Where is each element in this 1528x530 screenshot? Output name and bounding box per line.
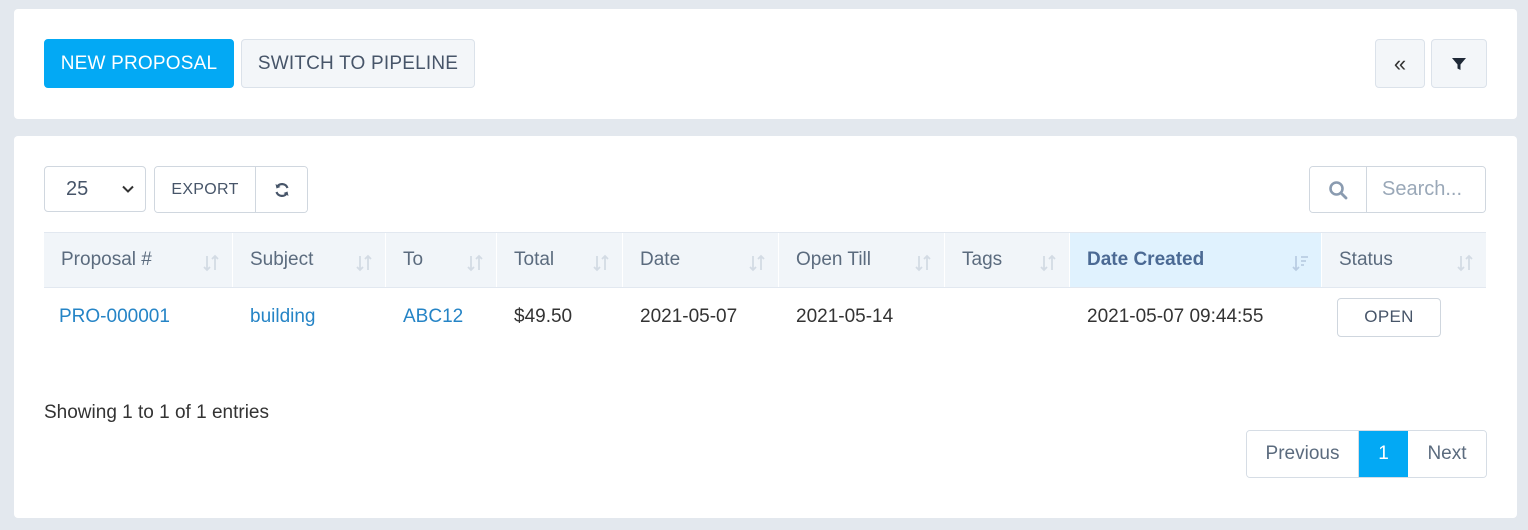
refresh-icon <box>274 182 289 197</box>
top-toolbar-panel: NEW PROPOSAL SWITCH TO PIPELINE « <box>14 9 1517 119</box>
table-info: Showing 1 to 1 of 1 entries <box>44 402 269 423</box>
status-badge[interactable]: OPEN <box>1337 297 1441 337</box>
column-header-date[interactable]: Date <box>623 233 779 287</box>
column-header-to[interactable]: To <box>386 233 497 287</box>
previous-page-button[interactable]: Previous <box>1247 431 1359 477</box>
cell-total: $49.50 <box>514 306 573 327</box>
reload-button[interactable] <box>256 167 307 212</box>
page-1-button[interactable]: 1 <box>1359 431 1408 477</box>
proposals-table-panel: 25 EXPORT Proposal # <box>14 136 1517 518</box>
proposals-table: Proposal # Subject To Total Date Open Ti… <box>44 232 1486 346</box>
next-page-button[interactable]: Next <box>1408 431 1486 477</box>
filter-button[interactable] <box>1431 39 1487 88</box>
column-header-date-created[interactable]: Date Created <box>1070 233 1322 287</box>
collapse-button[interactable]: « <box>1375 39 1425 88</box>
search-icon <box>1329 180 1348 199</box>
sort-descending-icon <box>1292 256 1308 272</box>
cell-to: ABC12 <box>386 288 497 346</box>
column-header-proposal[interactable]: Proposal # <box>44 233 233 287</box>
sort-icon <box>203 254 219 272</box>
double-chevron-left-icon: « <box>1393 50 1407 76</box>
cell-status: OPEN <box>1322 288 1486 346</box>
page-length-select[interactable]: 25 <box>44 166 146 212</box>
column-header-tags[interactable]: Tags <box>945 233 1070 287</box>
export-button[interactable]: EXPORT <box>155 167 256 212</box>
sort-icon <box>593 254 609 272</box>
sort-icon <box>356 254 372 272</box>
search-box <box>1309 166 1486 213</box>
column-header-subject[interactable]: Subject <box>233 233 386 287</box>
cell-subject: building <box>233 288 386 346</box>
sort-icon <box>1040 254 1056 272</box>
to-link[interactable]: ABC12 <box>403 306 463 328</box>
switch-to-pipeline-button[interactable]: SWITCH TO PIPELINE <box>241 39 475 88</box>
proposal-link[interactable]: PRO-000001 <box>59 306 170 328</box>
search-addon[interactable] <box>1310 167 1367 212</box>
table-header-row: Proposal # Subject To Total Date Open Ti… <box>44 232 1486 288</box>
table-row: PRO-000001 building ABC12 $49.50 2021-05… <box>44 288 1486 346</box>
subject-link[interactable]: building <box>250 306 316 328</box>
sort-icon <box>915 254 931 272</box>
column-header-open-till[interactable]: Open Till <box>779 233 945 287</box>
search-input[interactable] <box>1367 167 1485 212</box>
sort-icon <box>749 254 765 272</box>
page-length-value: 25 <box>66 177 89 200</box>
sort-icon <box>467 254 483 272</box>
table-actions-group: EXPORT <box>154 166 308 213</box>
cell-date-created: 2021-05-07 09:44:55 <box>1087 306 1264 327</box>
filter-icon <box>1452 57 1466 70</box>
cell-tags <box>945 288 1070 346</box>
cell-open-till: 2021-05-14 <box>796 306 894 327</box>
cell-date: 2021-05-07 <box>640 306 738 327</box>
sort-icon <box>1457 254 1473 272</box>
new-proposal-button[interactable]: NEW PROPOSAL <box>44 39 234 88</box>
column-header-status[interactable]: Status <box>1322 233 1486 287</box>
pagination: Previous 1 Next <box>1246 430 1487 478</box>
column-header-total[interactable]: Total <box>497 233 623 287</box>
cell-proposal: PRO-000001 <box>44 288 233 346</box>
chevron-down-icon <box>122 185 134 193</box>
